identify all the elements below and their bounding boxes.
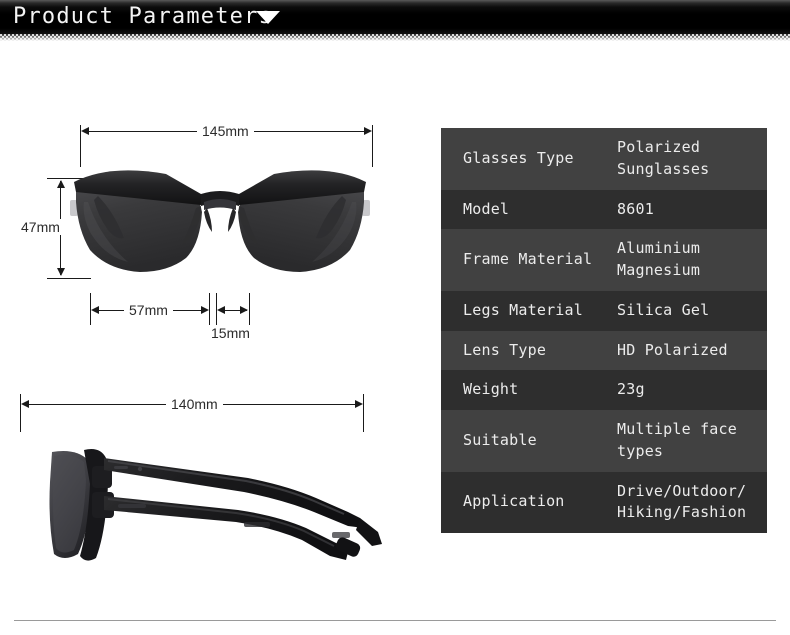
spec-label: Legs Material (441, 290, 599, 331)
dimension-bridge-width-label: 15mm (206, 325, 255, 341)
table-row: Frame Material Aluminium Magnesium (441, 229, 767, 291)
spec-value: Multiple face types (599, 410, 767, 472)
spec-value: Polarized Sunglasses (599, 128, 767, 190)
table-row: Weight 23g (441, 370, 767, 410)
sunglasses-front-view-image (70, 158, 370, 303)
chevron-down-icon[interactable] (256, 11, 280, 24)
dimension-lens-height-label: 47mm (16, 219, 65, 235)
product-dimension-diagram: 145mm 47mm 57mm 15mm 140mm (0, 41, 430, 601)
spec-value: Aluminium Magnesium (599, 229, 767, 291)
table-row: Suitable Multiple face types (441, 410, 767, 472)
dimension-temple-length-label: 140mm (166, 396, 223, 412)
product-parameters-table: Glasses Type Polarized Sunglasses Model … (441, 128, 767, 533)
table-row: Glasses Type Polarized Sunglasses (441, 128, 767, 190)
product-parameters-header: Product Parameters (0, 0, 790, 34)
spec-value: 8601 (599, 189, 767, 230)
page-title: Product Parameters (13, 4, 274, 29)
spec-label: Lens Type (441, 330, 599, 371)
dimension-total-width-label: 145mm (197, 123, 254, 139)
table-row: Model 8601 (441, 189, 767, 230)
spec-label: Frame Material (441, 229, 599, 291)
dimension-lens-width-label: 57mm (124, 302, 173, 318)
spec-value: HD Polarized (599, 330, 767, 371)
spec-label: Application (441, 471, 599, 533)
spec-label: Model (441, 189, 599, 230)
sunglasses-side-view-image (48, 436, 388, 571)
header-gradient-divider (0, 34, 790, 41)
spec-label: Suitable (441, 410, 599, 472)
table-row: Lens Type HD Polarized (441, 330, 767, 371)
table-row: Application Drive/Outdoor/ Hiking/Fashio… (441, 471, 767, 533)
table-row: Legs Material Silica Gel (441, 290, 767, 331)
bottom-divider (14, 620, 776, 621)
spec-value: 23g (599, 370, 767, 410)
spec-table-body: Glasses Type Polarized Sunglasses Model … (441, 128, 767, 533)
spec-label: Glasses Type (441, 128, 599, 190)
spec-label: Weight (441, 370, 599, 410)
spec-value: Drive/Outdoor/ Hiking/Fashion (599, 471, 767, 533)
spec-value: Silica Gel (599, 290, 767, 331)
